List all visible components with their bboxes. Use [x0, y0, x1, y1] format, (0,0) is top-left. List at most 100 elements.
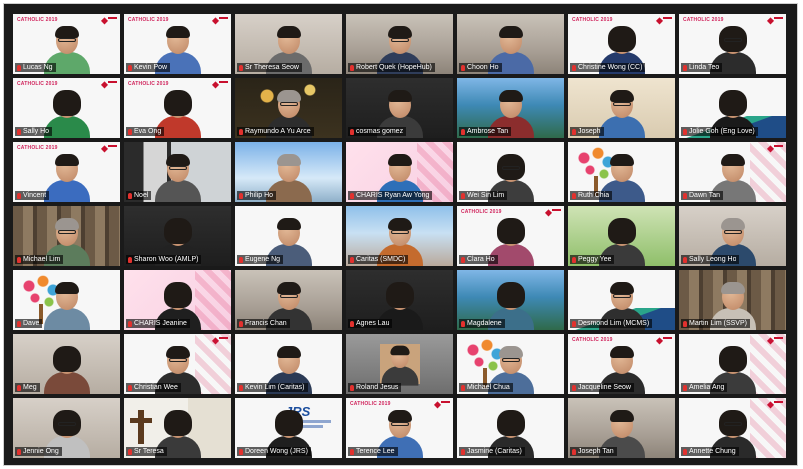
participant-tile[interactable]: CATHOLIC 2019 Lucas Ng [13, 14, 120, 74]
participant-tile[interactable]: Noel [124, 142, 231, 202]
participant-tile[interactable]: Joseph [568, 78, 675, 138]
participant-tile[interactable]: Magdalene [457, 270, 564, 330]
participant-grid: CATHOLIC 2019 Lucas Ng CATHOLIC 2019 Kevin … [13, 14, 786, 458]
participant-tile[interactable]: CATHOLIC 2019 Clara Ho [457, 206, 564, 266]
participant-tile[interactable]: Dave [13, 270, 120, 330]
participant-name: Michael Lim [23, 256, 61, 263]
participant-tile[interactable]: Meg [13, 334, 120, 394]
participant-tile[interactable]: Jennie Ong [13, 398, 120, 458]
participant-tile[interactable]: CATHOLIC 2019 Linda Teo [679, 14, 786, 74]
participant-name: cosmas gomez [356, 128, 404, 135]
participant-tile[interactable]: Philip Ho [235, 142, 342, 202]
participant-name-label: Meg [15, 383, 40, 392]
participant-video [598, 88, 645, 138]
participant-tile[interactable]: Michael Chua [457, 334, 564, 394]
muted-mic-icon [461, 128, 465, 135]
muted-mic-icon [128, 448, 132, 455]
participant-name-label: Dave [15, 319, 43, 328]
participant-name-label: Joseph Tan [570, 447, 617, 456]
participant-tile[interactable]: Sr Theresa Seow [235, 14, 342, 74]
caritas-logo [100, 81, 117, 90]
participant-tile[interactable]: CATHOLIC 2019 Christine Wong (CC) [568, 14, 675, 74]
caritas-logo [211, 81, 228, 90]
participant-name: Philip Ho [245, 192, 274, 199]
participant-tile[interactable]: CATHOLIC 2019 Eva Ong [124, 78, 231, 138]
participant-name: Ruth Chia [578, 192, 610, 199]
participant-name-label: Jennie Ong [15, 447, 62, 456]
catholic-logo: CATHOLIC 2019 [128, 17, 169, 23]
participant-name: Eugene Ng [245, 256, 281, 263]
participant-tile[interactable]: Raymundo A Yu Arce [235, 78, 342, 138]
participant-name: Jolie Goh (Eng Love) [689, 128, 755, 135]
participant-name: Choon Ho [467, 64, 499, 71]
participant-name-label: Wei Sin Lim [459, 191, 508, 200]
participant-tile[interactable]: Agnes Lau [346, 270, 453, 330]
participant-tile[interactable]: Roland Jesus [346, 334, 453, 394]
muted-mic-icon [350, 384, 354, 391]
caritas-logo [100, 17, 117, 26]
participant-tile[interactable]: Choon Ho [457, 14, 564, 74]
participant-name-label: Clara Ho [459, 255, 498, 264]
participant-name-label: Raymundo A Yu Arce [237, 127, 314, 136]
participant-name-label: CHARIS Jeanine [126, 319, 190, 328]
participant-tile[interactable]: Martin Lim (SSVP) [679, 270, 786, 330]
participant-tile[interactable]: Michael Lim [13, 206, 120, 266]
participant-tile[interactable]: CATHOLIC 2019 Vincent [13, 142, 120, 202]
participant-tile[interactable]: Desmond Lim (MCMS) [568, 270, 675, 330]
participant-tile[interactable]: Francis Chan [235, 270, 342, 330]
participant-tile[interactable]: Kevin Lim (Caritas) [235, 334, 342, 394]
participant-tile[interactable]: Joseph Tan [568, 398, 675, 458]
participant-tile[interactable]: Christian Wee [124, 334, 231, 394]
participant-name-label: Caritas (SMDC) [348, 255, 409, 264]
participant-tile[interactable]: Amelia Ang [679, 334, 786, 394]
participant-tile[interactable]: Annette Chung [679, 398, 786, 458]
muted-mic-icon [239, 64, 243, 71]
participant-tile[interactable]: Ruth Chia [568, 142, 675, 202]
participant-name: Vincent [23, 192, 47, 199]
muted-mic-icon [350, 128, 354, 135]
muted-mic-icon [128, 256, 132, 263]
participant-tile[interactable]: Wei Sin Lim [457, 142, 564, 202]
participant-tile[interactable]: CHARIS Ryan Aw Yong [346, 142, 453, 202]
muted-mic-icon [17, 320, 21, 327]
participant-name-label: Vincent [15, 191, 50, 200]
participant-name-label: Philip Ho [237, 191, 277, 200]
participant-name: Annette Chung [689, 448, 736, 455]
participant-name: Wei Sin Lim [467, 192, 505, 199]
participant-tile[interactable]: Peggy Yee [568, 206, 675, 266]
participant-tile[interactable]: Jolie Goh (Eng Love) [679, 78, 786, 138]
muted-mic-icon [683, 448, 687, 455]
participant-tile[interactable]: CATHOLIC 2019 Jacqueline Seow [568, 334, 675, 394]
participant-tile[interactable]: cosmas gomez [346, 78, 453, 138]
participant-name: Peggy Yee [578, 256, 612, 263]
participant-name: Joseph [578, 128, 601, 135]
participant-tile[interactable]: CATHOLIC 2019 Terence Lee [346, 398, 453, 458]
caritas-logo [211, 17, 228, 26]
participant-name-label: Kevin Lim (Caritas) [237, 383, 308, 392]
participant-tile[interactable]: CATHOLIC 2019 Kevin Pow [124, 14, 231, 74]
participant-tile[interactable]: CHARIS Jeanine [124, 270, 231, 330]
participant-tile[interactable]: JRSDoreen Wong (JRS) [235, 398, 342, 458]
participant-tile[interactable]: Robert Quek (HopeHub) [346, 14, 453, 74]
participant-tile[interactable]: Sharon Woo (AMLP) [124, 206, 231, 266]
muted-mic-icon [17, 192, 21, 199]
participant-name: CHARIS Jeanine [134, 320, 187, 327]
participant-name: Jasmine (Caritas) [467, 448, 522, 455]
muted-mic-icon [128, 384, 132, 391]
participant-tile[interactable]: Eugene Ng [235, 206, 342, 266]
participant-tile[interactable]: CATHOLIC 2019 Sally Ho [13, 78, 120, 138]
participant-name-label: Eugene Ng [237, 255, 284, 264]
participant-tile[interactable]: Sr Teresa [124, 398, 231, 458]
cross-icon [130, 410, 152, 444]
catholic-logo: CATHOLIC 2019 [17, 81, 58, 87]
participant-tile[interactable]: Sally Leong Ho [679, 206, 786, 266]
caritas-logo [655, 17, 672, 26]
muted-mic-icon [17, 64, 21, 71]
participant-tile[interactable]: Jasmine (Caritas) [457, 398, 564, 458]
catholic-logo: CATHOLIC 2019 [461, 209, 502, 215]
muted-mic-icon [239, 128, 243, 135]
participant-tile[interactable]: Dawn Tan [679, 142, 786, 202]
participant-name: Amelia Ang [689, 384, 725, 391]
participant-tile[interactable]: Caritas (SMDC) [346, 206, 453, 266]
participant-tile[interactable]: Ambrose Tan [457, 78, 564, 138]
